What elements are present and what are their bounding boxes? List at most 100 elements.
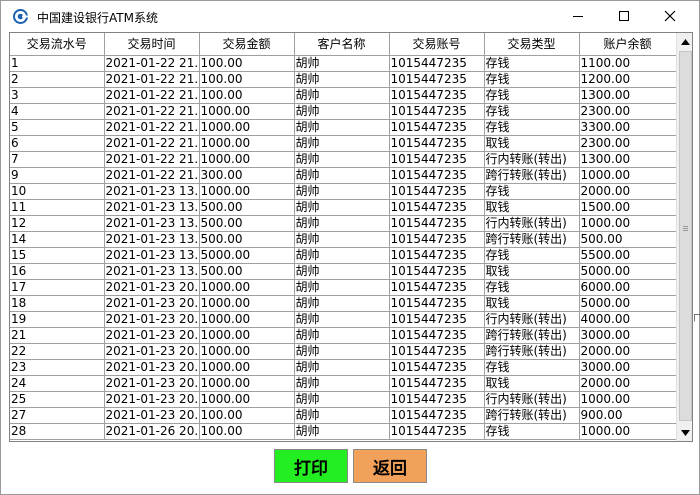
table-cell: 3: [10, 87, 105, 104]
atm-window: 中国建设银行ATM系统 交易流水号 交易时间 交易金额 客户名称 交易账号 交易类型 账户余…: [0, 0, 700, 495]
table-cell: 1015447235: [389, 391, 485, 408]
table-row[interactable]: 6 2021-01-22 21... 1000.00 胡帅 1015447235 取钱 23…: [10, 135, 677, 152]
table-row[interactable]: 28 2021-01-26 20... 100.00 胡帅 1015447235 存钱 10…: [10, 423, 677, 440]
table-cell: 2021-01-23 13...: [104, 247, 200, 264]
table-cell: 15: [10, 247, 105, 264]
table-cell: 2021-01-23 13...: [104, 215, 200, 232]
table-cell: 2021-01-22 21...: [104, 151, 200, 168]
table-cell: 1200.00: [579, 71, 677, 88]
table-cell: 1: [10, 55, 105, 72]
grip-line: [683, 226, 688, 227]
table-cell: 1500.00: [579, 199, 677, 216]
grip-line: [683, 228, 688, 229]
table-row[interactable]: 17 2021-01-23 20... 1000.00 胡帅 1015447235 存钱 6…: [10, 279, 677, 296]
table-row[interactable]: 7 2021-01-22 21... 1000.00 胡帅 1015447235 行内转账…: [10, 151, 677, 168]
table-cell: 胡帅: [294, 151, 390, 168]
table-cell: 行内转账(转出): [484, 311, 580, 328]
table-cell: 取钱: [484, 135, 580, 152]
table-cell: 1015447235: [389, 167, 485, 184]
table-row[interactable]: 27 2021-01-23 20... 100.00 胡帅 1015447235 跨行转账…: [10, 407, 677, 424]
table-row[interactable]: 15 2021-01-23 13... 5000.00 胡帅 1015447235 存钱 5…: [10, 247, 677, 264]
table-cell: 1015447235: [389, 423, 485, 440]
table-row[interactable]: 1 2021-01-22 21... 100.00 胡帅 1015447235 存钱 110…: [10, 55, 677, 72]
column-header[interactable]: 交易流水号: [10, 33, 105, 56]
table-row[interactable]: 18 2021-01-23 20... 1000.00 胡帅 1015447235 取钱 5…: [10, 295, 677, 312]
table-cell: 胡帅: [294, 327, 390, 344]
table-cell: 1015447235: [389, 359, 485, 376]
table-cell: 胡帅: [294, 135, 390, 152]
close-button[interactable]: [647, 1, 693, 31]
table-cell: 21: [10, 327, 105, 344]
table-cell: 2021-01-23 13...: [104, 263, 200, 280]
vertical-scrollbar[interactable]: [676, 33, 692, 441]
table-cell: 2021-01-23 13...: [104, 183, 200, 200]
table-cell: 5000.00: [199, 247, 295, 264]
table-cell: 300.00: [199, 167, 295, 184]
table-row[interactable]: 21 2021-01-23 20... 1000.00 胡帅 1015447235 跨行转…: [10, 327, 677, 344]
table-cell: 11: [10, 199, 105, 216]
table-row[interactable]: 9 2021-01-22 21... 300.00 胡帅 1015447235 跨行转账(…: [10, 167, 677, 184]
table-cell: 胡帅: [294, 247, 390, 264]
table-cell: 胡帅: [294, 87, 390, 104]
minimize-button[interactable]: [555, 1, 601, 31]
table-cell: 胡帅: [294, 215, 390, 232]
table-row[interactable]: 4 2021-01-22 21... 1000.00 胡帅 1015447235 存钱 23…: [10, 103, 677, 120]
arrow-up-icon: [681, 38, 690, 45]
table-cell: 2300.00: [579, 135, 677, 152]
table-row[interactable]: 14 2021-01-23 13... 500.00 胡帅 1015447235 跨行转账…: [10, 231, 677, 248]
table-row[interactable]: 12 2021-01-23 13... 500.00 胡帅 1015447235 行内转账…: [10, 215, 677, 232]
table-row[interactable]: 11 2021-01-23 13... 500.00 胡帅 1015447235 取钱 15…: [10, 199, 677, 216]
table-cell: 1015447235: [389, 119, 485, 136]
table-cell: 3000.00: [579, 327, 677, 344]
back-button[interactable]: 返回: [353, 449, 427, 483]
table-header-row: 交易流水号 交易时间 交易金额 客户名称 交易账号 交易类型 账户余额: [10, 33, 677, 56]
scroll-down-button[interactable]: [677, 424, 692, 441]
column-header[interactable]: 交易账号: [389, 33, 485, 56]
scrollbar-thumb[interactable]: [679, 51, 692, 421]
table-cell: 6000.00: [579, 279, 677, 296]
table-cell: 14: [10, 231, 105, 248]
table-cell: 1015447235: [389, 199, 485, 216]
table-cell: 行内转账(转出): [484, 391, 580, 408]
table-row[interactable]: 16 2021-01-23 13... 500.00 胡帅 1015447235 取钱 50…: [10, 263, 677, 280]
table-cell: 存钱: [484, 183, 580, 200]
table-row[interactable]: 19 2021-01-23 20... 1000.00 胡帅 1015447235 行内转…: [10, 311, 677, 328]
table-cell: 胡帅: [294, 55, 390, 72]
column-header[interactable]: 交易金额: [199, 33, 295, 56]
table-row[interactable]: 23 2021-01-23 20... 1000.00 胡帅 1015447235 存钱 3…: [10, 359, 677, 376]
table-cell: 2021-01-23 20...: [104, 407, 200, 424]
table-row[interactable]: 2 2021-01-22 21... 100.00 胡帅 1015447235 存钱 120…: [10, 71, 677, 88]
table-cell: 1015447235: [389, 103, 485, 120]
print-button[interactable]: 打印: [274, 449, 348, 483]
table-row[interactable]: 5 2021-01-22 21... 1000.00 胡帅 1015447235 存钱 33…: [10, 119, 677, 136]
column-header[interactable]: 交易时间: [104, 33, 200, 56]
table-row[interactable]: 10 2021-01-23 13... 1000.00 胡帅 1015447235 存钱 2…: [10, 183, 677, 200]
table-cell: 1000.00: [199, 135, 295, 152]
column-header[interactable]: 客户名称: [294, 33, 390, 56]
table-cell: 5000.00: [579, 263, 677, 280]
table-row[interactable]: 24 2021-01-23 20... 1000.00 胡帅 1015447235 取钱 2…: [10, 375, 677, 392]
table-cell: 16: [10, 263, 105, 280]
scroll-up-button[interactable]: [677, 33, 692, 50]
table-cell: 500.00: [199, 263, 295, 280]
maximize-icon: [619, 11, 629, 21]
table-cell: 胡帅: [294, 407, 390, 424]
table-row[interactable]: 3 2021-01-22 21... 100.00 胡帅 1015447235 存钱 130…: [10, 87, 677, 104]
table-cell: 存钱: [484, 279, 580, 296]
column-header[interactable]: 账户余额: [579, 33, 677, 56]
table-cell: 1000.00: [199, 279, 295, 296]
table-cell: 100.00: [199, 87, 295, 104]
table-cell: 跨行转账(转出): [484, 167, 580, 184]
table-row[interactable]: 22 2021-01-23 20... 1000.00 胡帅 1015447235 跨行转…: [10, 343, 677, 360]
maximize-button[interactable]: [601, 1, 647, 31]
table-cell: 24: [10, 375, 105, 392]
column-header[interactable]: 交易类型: [484, 33, 580, 56]
table-cell: 存钱: [484, 247, 580, 264]
transaction-table-container: 交易流水号 交易时间 交易金额 客户名称 交易账号 交易类型 账户余额 1 2021-01-2…: [9, 32, 693, 442]
table-cell: 1015447235: [389, 375, 485, 392]
table-cell: 1000.00: [199, 103, 295, 120]
table-row[interactable]: 25 2021-01-23 20... 1000.00 胡帅 1015447235 行内转…: [10, 391, 677, 408]
table-cell: 1015447235: [389, 279, 485, 296]
table-cell: 胡帅: [294, 279, 390, 296]
table-cell: 6: [10, 135, 105, 152]
